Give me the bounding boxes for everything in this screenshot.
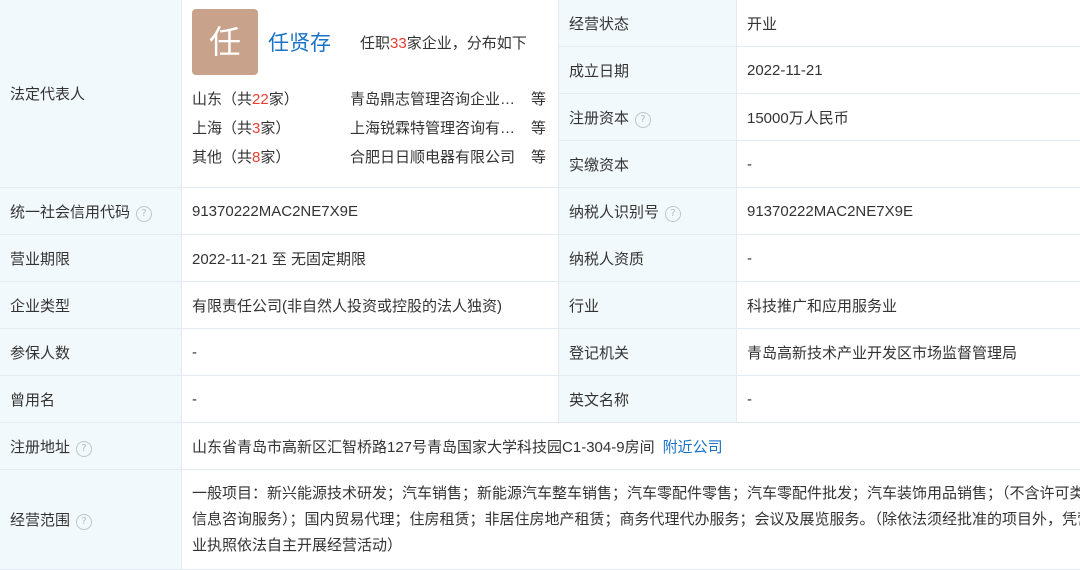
legal-rep-name-link[interactable]: 任贤存	[268, 27, 331, 57]
former-name-value: -	[182, 376, 559, 423]
status-value: 开业	[737, 0, 1080, 47]
former-name-label: 曾用名	[0, 376, 182, 423]
company-type-value: 有限责任公司(非自然人投资或控股的法人独资)	[182, 282, 559, 329]
reg-capital-label: 注册资本?	[559, 94, 737, 141]
paid-capital-label: 实缴资本	[559, 141, 737, 188]
term-label: 营业期限	[0, 235, 182, 282]
insured-label: 参保人数	[0, 329, 182, 376]
authority-label: 登记机关	[559, 329, 737, 376]
question-circle-icon[interactable]: ?	[665, 206, 681, 222]
scope-value: 一般项目：新兴能源技术研发；汽车销售；新能源汽车整车销售；汽车零配件零售；汽车零…	[182, 470, 1080, 570]
address-value: 山东省青岛市高新区汇智桥路127号青岛国家大学科技园C1-304-9房间附近公司	[182, 423, 1080, 470]
question-circle-icon[interactable]: ?	[635, 112, 651, 128]
status-label: 经营状态	[559, 0, 737, 47]
english-name-value: -	[737, 376, 1080, 423]
insured-value: -	[182, 329, 559, 376]
region-more-link[interactable]: 等	[531, 146, 546, 167]
company-type-label: 企业类型	[0, 282, 182, 329]
question-circle-icon[interactable]: ?	[136, 206, 152, 222]
legal-rep-summary: 任职33家企业，分布如下	[360, 32, 527, 53]
legal-rep-cell: 任 任贤存 任职33家企业，分布如下 山东（共22家） 青岛鼎志管理咨询企业（有…	[182, 0, 559, 188]
taxpayer-id-label: 纳税人识别号?	[559, 188, 737, 235]
credit-code-label: 统一社会信用代码?	[0, 188, 182, 235]
taxpayer-qual-label: 纳税人资质	[559, 235, 737, 282]
industry-value: 科技推广和应用服务业	[737, 282, 1080, 329]
region-company-link[interactable]: 合肥日日顺电器有限公司	[350, 146, 520, 167]
region-more-link[interactable]: 等	[531, 88, 546, 109]
region-company-link[interactable]: 青岛鼎志管理咨询企业（有限合伙）	[350, 88, 520, 109]
scope-label: 经营范围?	[0, 470, 182, 570]
region-more-link[interactable]: 等	[531, 117, 546, 138]
credit-code-value: 91370222MAC2NE7X9E	[182, 188, 559, 235]
question-circle-icon[interactable]: ?	[76, 514, 92, 530]
nearby-companies-link[interactable]: 附近公司	[663, 439, 723, 456]
industry-label: 行业	[559, 282, 737, 329]
region-company-link[interactable]: 上海锐霖特管理咨询有限公司	[350, 117, 520, 138]
taxpayer-id-value: 91370222MAC2NE7X9E	[737, 188, 1080, 235]
legal-rep-avatar[interactable]: 任	[192, 9, 258, 75]
region-row: 其他（共8家） 合肥日日顺电器有限公司 等	[192, 146, 559, 168]
taxpayer-qual-value: -	[737, 235, 1080, 282]
established-label: 成立日期	[559, 47, 737, 94]
paid-capital-value: -	[737, 141, 1080, 188]
region-row: 上海（共3家） 上海锐霖特管理咨询有限公司 等	[192, 117, 559, 139]
english-name-label: 英文名称	[559, 376, 737, 423]
region-row: 山东（共22家） 青岛鼎志管理咨询企业（有限合伙） 等	[192, 88, 559, 110]
address-label: 注册地址?	[0, 423, 182, 470]
term-value: 2022-11-21 至 无固定期限	[182, 235, 559, 282]
legal-rep-label: 法定代表人	[0, 0, 182, 188]
authority-value: 青岛高新技术产业开发区市场监督管理局	[737, 329, 1080, 376]
company-info-table: 法定代表人 任 任贤存 任职33家企业，分布如下 山东（共22家） 青岛鼎志管理…	[0, 0, 1080, 570]
question-circle-icon[interactable]: ?	[76, 441, 92, 457]
reg-capital-value: 15000万人民币	[737, 94, 1080, 141]
established-value: 2022-11-21	[737, 47, 1080, 94]
